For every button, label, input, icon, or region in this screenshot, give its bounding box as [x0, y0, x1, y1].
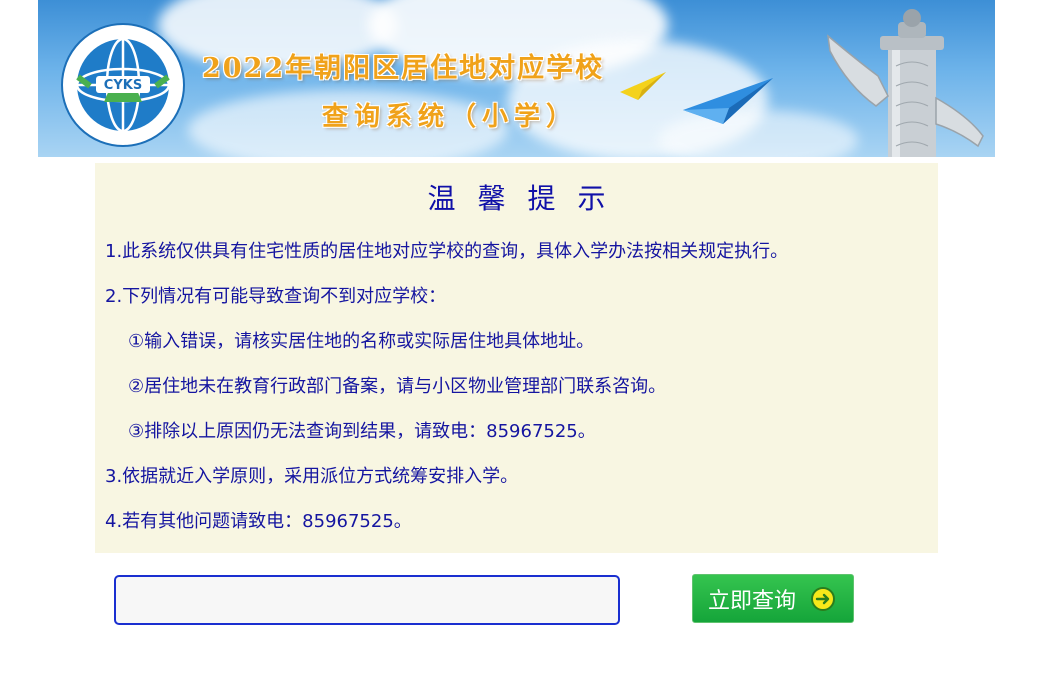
notice-title: 温馨提示	[427, 182, 628, 215]
notice-panel: 温馨提示 1.此系统仅供具有住宅性质的居住地对应学校的查询，具体入学办法按相关规…	[95, 163, 938, 553]
notice-item-3: 3.依据就近入学原则，采用派位方式统筹安排入学。	[105, 466, 519, 487]
notice-item-2: 2.下列情况有可能导致查询不到对应学校：	[105, 286, 447, 307]
notice-subitem-3: ③排除以上原因仍无法查询到结果，请致电：85967525。	[128, 421, 596, 442]
notice-item-4: 4.若有其他问题请致电：85967525。	[105, 511, 412, 532]
address-search-input[interactable]	[114, 575, 620, 625]
search-button-label: 立即查询	[708, 588, 797, 614]
notice-subitem-1: ①输入错误，请核实居住地的名称或实际居住地具体地址。	[128, 331, 595, 352]
paper-plane-small-icon	[620, 72, 666, 100]
huabiao-pillar-icon	[827, 9, 984, 157]
notice-subitem-2: ②居住地未在教育行政部门备案，请与小区物业管理部门联系咨询。	[128, 376, 667, 397]
banner-title-line1: 2022年朝阳区居住地对应学校	[202, 53, 605, 84]
header-banner: CYKS 2022年朝阳区居住地对应学校 查询系统（小学）	[38, 0, 995, 157]
arrow-right-circle-icon	[811, 586, 836, 611]
logo-text: CYKS	[104, 78, 142, 93]
banner-title-line2: 查询系统（小学）	[322, 102, 579, 132]
paper-plane-icon	[683, 78, 773, 124]
page: CYKS 2022年朝阳区居住地对应学校 查询系统（小学） 温馨提示 1.此系统…	[0, 0, 1052, 680]
notice-item-1: 1.此系统仅供具有住宅性质的居住地对应学校的查询，具体入学办法按相关规定执行。	[105, 241, 789, 262]
search-button[interactable]: 立即查询	[692, 574, 854, 623]
cyks-logo-icon: CYKS	[61, 23, 185, 147]
